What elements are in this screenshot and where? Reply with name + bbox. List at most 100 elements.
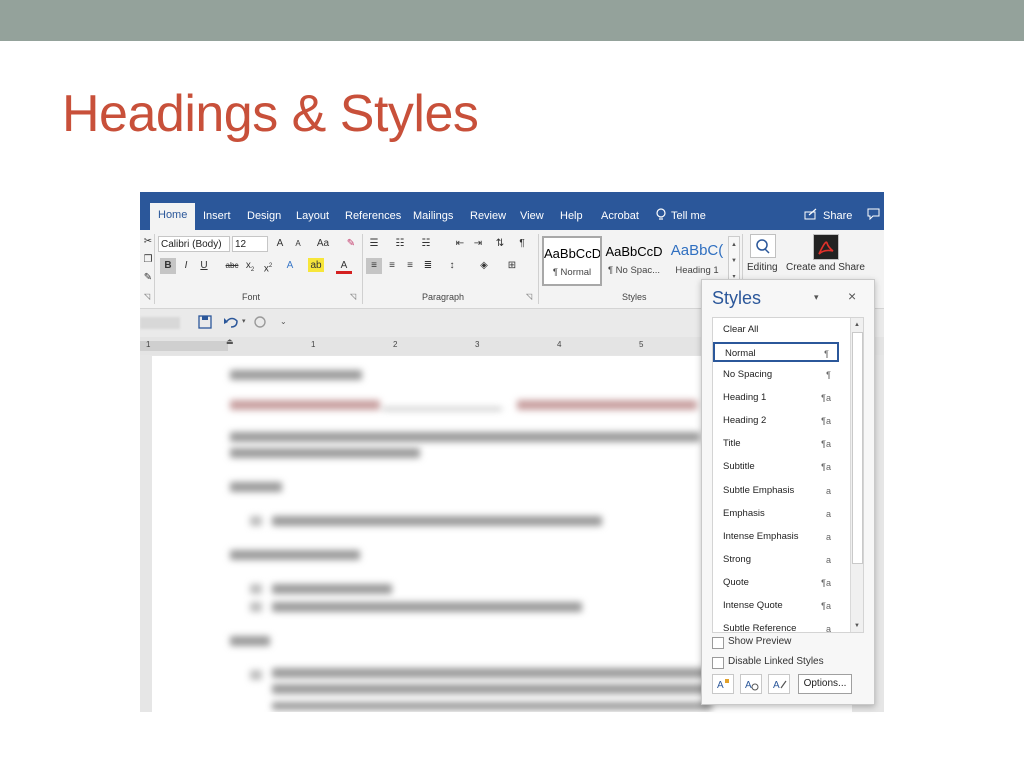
tab-view[interactable]: View xyxy=(520,206,544,230)
editing-label: Editing xyxy=(747,262,778,273)
blurred-text xyxy=(272,516,602,526)
scroll-thumb[interactable] xyxy=(852,332,863,564)
undo-icon[interactable] xyxy=(223,315,239,329)
tab-review[interactable]: Review xyxy=(470,206,506,230)
tab-insert[interactable]: Insert xyxy=(203,206,231,230)
style-item-quote[interactable]: Quote ¶a xyxy=(713,573,839,593)
align-left-button[interactable]: ≡ xyxy=(366,258,382,274)
redo-icon[interactable] xyxy=(253,315,267,329)
style-item-subtitle[interactable]: Subtitle ¶a xyxy=(713,457,839,477)
clipboard-launcher-icon[interactable]: ◹ xyxy=(144,292,150,301)
style-card-normal[interactable]: AaBbCcD ¶ Normal xyxy=(542,236,602,286)
styles-pane-title: Styles xyxy=(712,288,762,308)
numbering-icon[interactable]: ☷ xyxy=(392,236,408,252)
blurred-text xyxy=(230,400,380,410)
styles-list: Clear All Normal ¶ No Spacing ¶ Heading 1 ¶… xyxy=(712,317,864,633)
style-item-normal[interactable]: Normal ¶ xyxy=(713,342,839,362)
style-item-no-spacing[interactable]: No Spacing ¶ xyxy=(713,365,839,385)
editing-button[interactable] xyxy=(750,234,776,258)
share-button[interactable]: Share xyxy=(823,206,852,230)
customize-qat-icon[interactable]: ⌄ xyxy=(280,317,287,326)
tab-acrobat[interactable]: Acrobat xyxy=(601,206,639,230)
scroll-down-icon[interactable]: ▼ xyxy=(852,623,862,629)
bold-button[interactable]: B xyxy=(160,258,176,274)
character-style-icon: a xyxy=(825,486,831,496)
tab-help[interactable]: Help xyxy=(560,206,583,230)
style-item-clear-all[interactable]: Clear All xyxy=(713,320,839,340)
tab-home[interactable]: Home xyxy=(150,203,196,230)
comment-icon[interactable] xyxy=(867,208,880,220)
blurred-text xyxy=(382,408,502,410)
style-inspector-button[interactable]: A xyxy=(740,674,762,694)
font-launcher-icon[interactable]: ◹ xyxy=(350,292,356,301)
multilevel-list-icon[interactable]: ☵ xyxy=(418,236,434,252)
justify-button[interactable]: ≣ xyxy=(420,258,436,274)
style-item-subtle-reference[interactable]: Subtle Reference a xyxy=(713,619,839,632)
blurred-text xyxy=(272,584,392,594)
underline-button[interactable]: U xyxy=(196,258,212,274)
save-icon[interactable] xyxy=(198,315,212,329)
superscript-button[interactable]: x2 xyxy=(260,258,276,274)
font-name-combo[interactable]: Calibri (Body) xyxy=(158,236,230,252)
styles-list-scrollbar[interactable]: ▲ ▼ xyxy=(850,318,863,632)
sort-icon[interactable]: ⇅ xyxy=(492,236,508,252)
ruler-number: 3 xyxy=(475,340,480,349)
share-icon xyxy=(804,208,817,220)
style-item-intense-quote[interactable]: Intense Quote ¶a xyxy=(713,596,839,616)
line-spacing-icon[interactable]: ↕ xyxy=(444,258,460,274)
align-right-button[interactable]: ≡ xyxy=(402,258,418,274)
blurred-text xyxy=(230,482,282,492)
new-style-icon: A xyxy=(717,679,729,691)
style-item-title[interactable]: Title ¶a xyxy=(713,434,839,454)
align-center-button[interactable]: ≡ xyxy=(384,258,400,274)
decrease-indent-icon[interactable]: ⇤ xyxy=(452,236,468,252)
tab-design[interactable]: Design xyxy=(247,206,281,230)
style-item-strong[interactable]: Strong a xyxy=(713,550,839,570)
ruler-number: 1 xyxy=(311,340,316,349)
change-case-icon[interactable]: Aa xyxy=(312,236,334,252)
bullets-icon[interactable]: ☰ xyxy=(366,236,382,252)
font-color-icon[interactable]: A xyxy=(336,258,352,274)
options-button[interactable]: Options... xyxy=(798,674,852,694)
tab-mailings[interactable]: Mailings xyxy=(413,206,453,230)
paragraph-launcher-icon[interactable]: ◹ xyxy=(526,292,532,301)
style-item-heading-2[interactable]: Heading 2 ¶a xyxy=(713,411,839,431)
highlight-color-icon[interactable]: ab xyxy=(308,258,324,272)
subscript-button[interactable]: x2 xyxy=(242,258,258,274)
style-name: Heading 1 xyxy=(675,265,719,276)
scroll-up-icon[interactable]: ▲ xyxy=(852,322,862,328)
manage-styles-button[interactable]: A xyxy=(768,674,790,694)
disable-linked-styles-label: Disable Linked Styles xyxy=(728,656,824,667)
style-item-label: Clear All xyxy=(723,324,759,335)
pane-options-chevron-icon[interactable]: ▾ xyxy=(814,292,819,303)
italic-button[interactable]: I xyxy=(178,258,194,274)
increase-indent-icon[interactable]: ⇥ xyxy=(470,236,486,252)
svg-text:A: A xyxy=(773,680,780,691)
indent-marker-icon[interactable]: ⏏ xyxy=(226,337,234,346)
show-preview-checkbox[interactable] xyxy=(712,637,724,649)
tab-references[interactable]: References xyxy=(345,206,401,230)
ribbon-tab-bar: Home Insert Design Layout References Mai… xyxy=(140,192,884,230)
style-item-subtle-emphasis[interactable]: Subtle Emphasis a xyxy=(713,481,839,501)
new-style-button[interactable]: A xyxy=(712,674,734,694)
acrobat-icon[interactable] xyxy=(813,234,839,260)
font-size-combo[interactable]: 12 xyxy=(232,236,268,252)
strikethrough-button[interactable]: abc xyxy=(222,258,242,274)
show-formatting-icon[interactable]: ¶ xyxy=(514,236,530,252)
style-card-no-spacing[interactable]: AaBbCcD ¶ No Spac... xyxy=(604,236,664,286)
paragraph-mark-icon: ¶ xyxy=(826,370,831,380)
grow-font-icon[interactable]: A xyxy=(272,236,288,252)
close-icon[interactable]: × xyxy=(848,288,856,304)
undo-dropdown-icon[interactable]: ▾ xyxy=(242,317,246,325)
borders-icon[interactable]: ⊞ xyxy=(504,258,520,274)
tab-layout[interactable]: Layout xyxy=(296,206,329,230)
text-effects-icon[interactable]: A xyxy=(282,258,298,274)
shading-icon[interactable]: ◈ xyxy=(476,258,492,274)
style-item-emphasis[interactable]: Emphasis a xyxy=(713,504,839,524)
style-item-heading-1[interactable]: Heading 1 ¶a xyxy=(713,388,839,408)
disable-linked-styles-checkbox[interactable] xyxy=(712,657,724,669)
tell-me-search[interactable]: Tell me xyxy=(671,206,706,230)
clear-formatting-icon[interactable]: ✎ xyxy=(343,236,359,252)
style-item-intense-emphasis[interactable]: Intense Emphasis a xyxy=(713,527,839,547)
shrink-font-icon[interactable]: A xyxy=(290,236,306,252)
